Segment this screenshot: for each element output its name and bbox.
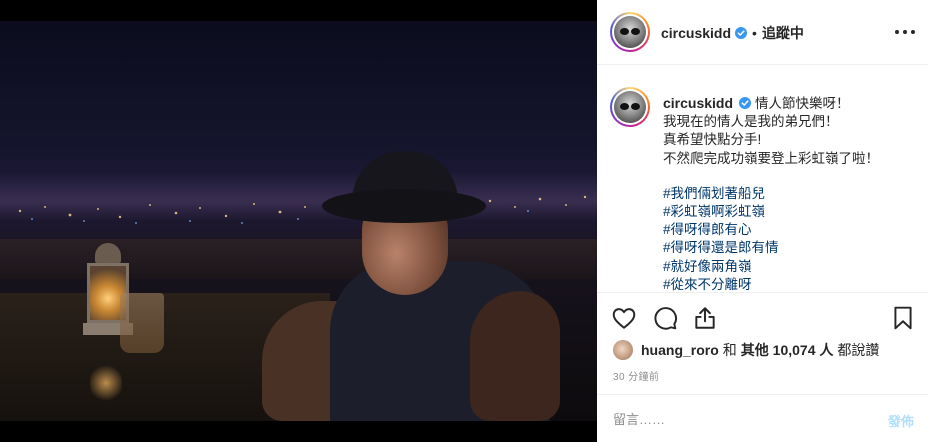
header-username[interactable]: circuskidd xyxy=(661,25,731,41)
comment-icon[interactable] xyxy=(652,305,678,331)
avatar[interactable] xyxy=(610,12,650,52)
caption-line: 真希望快點分手! xyxy=(663,132,762,148)
liker-avatar[interactable] xyxy=(613,340,633,360)
hashtag-link[interactable]: #彩虹嶺啊彩虹嶺 xyxy=(663,203,915,221)
verified-badge-icon xyxy=(739,97,752,109)
likes-others-link[interactable]: 其他 10,074 人 xyxy=(741,340,834,360)
caption-avatar[interactable] xyxy=(610,87,650,127)
hashtag-link[interactable]: #得呀得郎有心 xyxy=(663,221,915,239)
person-arm-right xyxy=(470,291,560,421)
caption-username[interactable]: circuskidd xyxy=(663,95,733,111)
caption-avatar-image xyxy=(614,91,646,123)
post-header: circuskidd • 追蹤中 xyxy=(597,0,928,65)
glass-cup xyxy=(120,293,164,353)
heart-icon[interactable] xyxy=(611,305,637,331)
bucket-hat-brim xyxy=(322,189,486,223)
post-photo[interactable] xyxy=(0,21,597,421)
hashtag-link[interactable]: #就好像兩角嶺 xyxy=(663,258,915,276)
instagram-post-viewer: circuskidd • 追蹤中 circuskidd 情人節快樂呀！ 我現在的… xyxy=(0,0,928,442)
comment-input[interactable] xyxy=(613,409,853,429)
bookmark-icon[interactable] xyxy=(890,305,916,331)
post-timestamp[interactable]: 30 分鐘前 xyxy=(613,368,659,383)
post-caption: circuskidd 情人節快樂呀！ 我現在的情人是我的弟兄們！ 真希望快點分手… xyxy=(597,66,928,292)
caption-line: 我現在的情人是我的弟兄們！ xyxy=(663,114,839,130)
post-comment-button[interactable]: 發佈 xyxy=(888,411,914,430)
caption-line: 情人節快樂呀！ xyxy=(755,96,850,111)
caption-text: circuskidd 情人節快樂呀！ 我現在的情人是我的弟兄們！ 真希望快點分手… xyxy=(663,94,915,292)
comment-box: 發佈 xyxy=(597,394,928,442)
caption-line: 不然爬完成功嶺要登上彩虹嶺了啦！ xyxy=(663,150,879,166)
likes-summary: huang_roro 和 其他 10,074 人 都說讚 xyxy=(613,338,883,362)
likes-suffix: 都說讚 xyxy=(837,342,880,358)
following-button[interactable]: 追蹤中 xyxy=(762,23,804,43)
likes-and: 和 xyxy=(722,342,737,358)
verified-badge-icon xyxy=(735,27,748,39)
avatar-image xyxy=(614,16,646,48)
separator-dot: • xyxy=(752,25,757,41)
hashtag-link[interactable]: #我們倆划著船兒 xyxy=(663,185,915,203)
more-options-icon[interactable] xyxy=(895,22,915,42)
light-reflection xyxy=(90,363,122,403)
share-icon[interactable] xyxy=(692,305,718,331)
post-actions xyxy=(597,292,928,344)
liker-username[interactable]: huang_roro xyxy=(641,342,719,358)
hashtag-link[interactable]: #得呀得還是郎有情 xyxy=(663,239,915,257)
hashtag-link[interactable]: #從來不分離呀 xyxy=(663,276,915,292)
post-side-panel: circuskidd • 追蹤中 circuskidd 情人節快樂呀！ 我現在的… xyxy=(597,0,928,442)
